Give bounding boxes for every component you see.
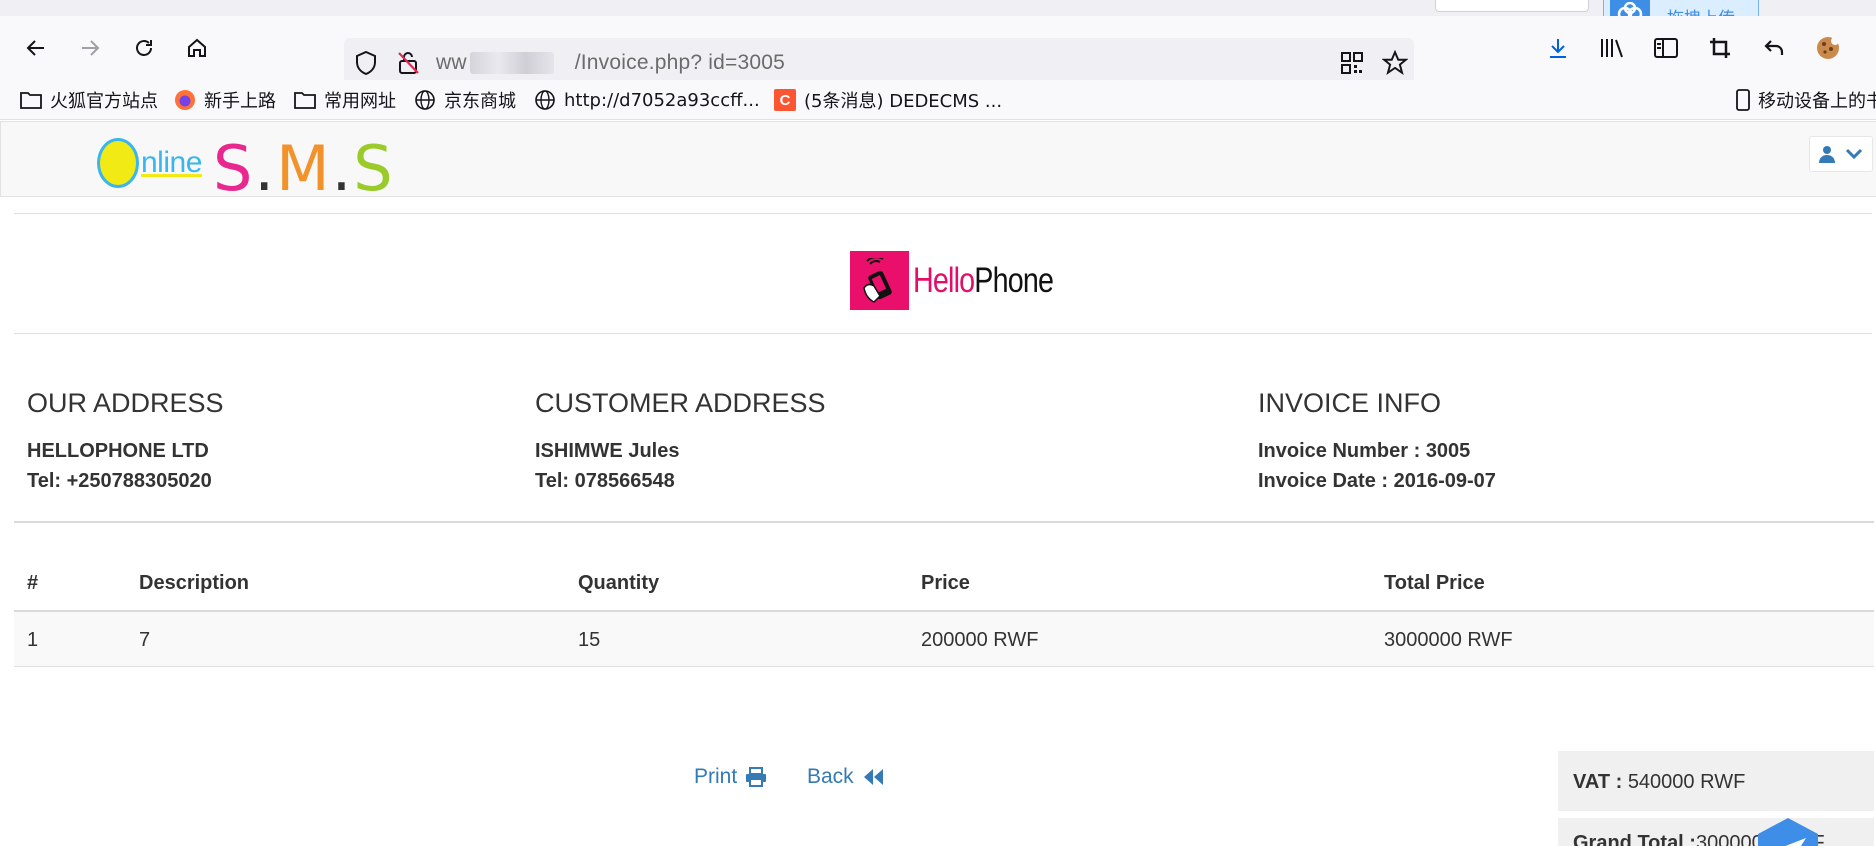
home-icon	[188, 38, 206, 57]
brand-name: HelloPhone	[913, 260, 1054, 300]
reload-icon	[136, 40, 152, 56]
floating-assistant-icon[interactable]	[1750, 816, 1826, 846]
vat-line: VAT : 540000 RWF	[1573, 771, 1746, 793]
bookmark-item[interactable]: 新手上路	[174, 86, 276, 114]
bookmark-item[interactable]: http://d7052a93ccff...	[534, 86, 760, 114]
print-link[interactable]: Print	[694, 765, 767, 789]
screenshot-button[interactable]	[1700, 30, 1740, 66]
cell-index: 1	[27, 629, 39, 651]
user-menu-button[interactable]	[1809, 136, 1873, 172]
crop-icon	[1710, 38, 1730, 58]
vat-box: VAT : 540000 RWF	[1558, 751, 1874, 811]
our-phone: Tel: +250788305020	[27, 470, 212, 492]
globe-icon	[535, 90, 555, 110]
browser-navbar: ww/Invoice.php? id=3005	[0, 16, 1876, 88]
divider	[14, 333, 1872, 334]
popup-stub	[1435, 0, 1589, 12]
reload-button[interactable]	[124, 30, 164, 66]
undo-button[interactable]	[1754, 30, 1794, 66]
table-bottom-divider	[14, 666, 1874, 667]
customer-address-heading: CUSTOMER ADDRESS	[535, 388, 826, 418]
folder-icon	[20, 92, 42, 109]
logo-sms: S.M.S	[213, 132, 395, 205]
star-icon[interactable]	[1382, 50, 1408, 76]
invoice-date: Invoice Date : 2016-09-07	[1258, 470, 1496, 492]
print-icon	[746, 767, 767, 787]
our-address-heading: OUR ADDRESS	[27, 388, 224, 418]
qr-code-icon[interactable]	[1340, 51, 1364, 75]
invoice-number: Invoice Number : 3005	[1258, 440, 1471, 462]
forward-icon	[82, 40, 100, 56]
shield-icon	[356, 50, 376, 76]
back-icon	[26, 40, 44, 56]
fast-backward-icon	[863, 769, 883, 785]
cookie-extension-button[interactable]	[1808, 30, 1848, 66]
customer-phone: Tel: 078566548	[535, 470, 675, 492]
url-redaction	[470, 52, 554, 74]
divider	[14, 521, 1874, 523]
cell-price: 200000 RWF	[921, 629, 1039, 651]
forward-button[interactable]	[70, 30, 110, 66]
cookie-icon	[1817, 37, 1839, 59]
back-link[interactable]: Back	[807, 765, 884, 789]
grand-total-box: Grand Total :3000000 RWF	[1558, 818, 1874, 846]
firefox-icon	[175, 90, 195, 110]
site-header: nline S.M.S	[0, 121, 1876, 205]
col-header-price: Price	[921, 572, 970, 594]
bookmark-item[interactable]: 火狐官方站点	[20, 86, 158, 114]
bookmark-item[interactable]: 常用网址	[294, 86, 396, 114]
customer-name: ISHIMWE Jules	[535, 440, 680, 462]
globe-icon	[415, 90, 435, 110]
cell-total-price: 3000000 RWF	[1384, 629, 1513, 651]
invoice-info-heading: INVOICE INFO	[1258, 388, 1442, 418]
bookmark-item[interactable]: C (5条消息) DEDECMS ...	[774, 86, 1002, 114]
col-header-quantity: Quantity	[578, 572, 660, 594]
col-header-index: #	[27, 572, 39, 594]
library-button[interactable]	[1592, 30, 1632, 66]
user-icon	[1819, 146, 1835, 163]
our-company-name: HELLOPHONE LTD	[27, 440, 209, 462]
reader-view-button[interactable]	[1646, 30, 1686, 66]
library-icon	[1601, 39, 1623, 58]
csdn-icon: C	[774, 89, 796, 111]
home-button[interactable]	[177, 30, 217, 66]
lock-off-icon	[398, 52, 419, 74]
bookmark-item[interactable]: 移动设备上的书	[1736, 86, 1876, 114]
col-header-description: Description	[139, 572, 250, 594]
reader-view-icon	[1654, 38, 1678, 58]
site-logo[interactable]: nline	[97, 138, 202, 188]
downloads-button[interactable]	[1538, 30, 1578, 66]
divider	[14, 213, 1872, 214]
folder-icon	[294, 92, 316, 109]
cell-description: 7	[139, 629, 151, 651]
back-button[interactable]	[16, 30, 56, 66]
undo-icon	[1764, 40, 1784, 55]
mobile-icon	[1736, 89, 1750, 111]
download-icon	[1550, 39, 1566, 58]
logo-o-mark	[97, 138, 139, 188]
cell-quantity: 15	[578, 629, 601, 651]
bookmark-item[interactable]: 京东商城	[414, 86, 516, 114]
phone-hand-icon	[850, 251, 909, 310]
svg-text:C: C	[780, 92, 791, 109]
bookmarks-toolbar: 火狐官方站点 新手上路 常用网址 京东商城 http://d7052a93ccf…	[0, 80, 1876, 120]
col-header-total-price: Total Price	[1384, 572, 1485, 594]
window-title-strip	[0, 0, 1876, 16]
chevron-down-icon	[1845, 148, 1863, 160]
hellophone-logo: HelloPhone	[850, 251, 1084, 310]
